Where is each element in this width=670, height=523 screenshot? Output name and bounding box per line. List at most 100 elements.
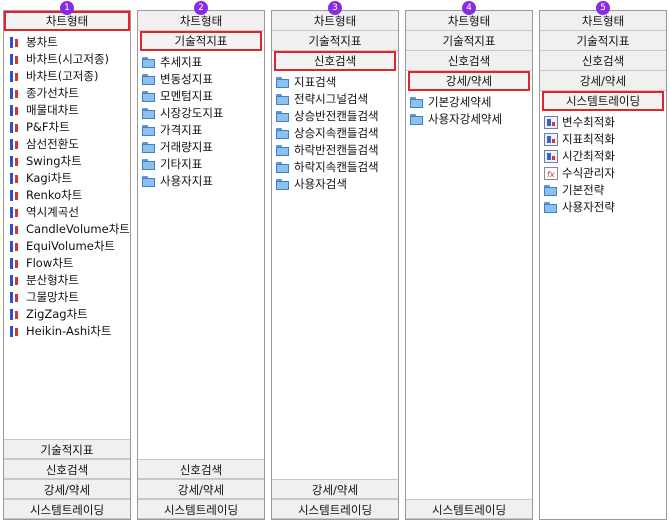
list-item[interactable]: 모멘텀지표: [138, 88, 264, 105]
list-item[interactable]: 종가선차트: [4, 85, 130, 102]
list-item-label: 추세지표: [160, 55, 203, 69]
list-item[interactable]: 사용자강세약세: [406, 111, 532, 128]
list-item[interactable]: 수식관리자: [540, 165, 666, 183]
list-item-label: 변동성지표: [160, 72, 213, 86]
list-item[interactable]: 지표최적화: [540, 131, 666, 148]
folder-icon: [276, 144, 290, 157]
candle-chart-icon: [8, 121, 22, 134]
candle-chart-icon: [8, 291, 22, 304]
list-item[interactable]: 시장강도지표: [138, 105, 264, 122]
list-item[interactable]: 기본전략: [540, 182, 666, 199]
formula-icon: [544, 166, 558, 183]
folder-icon: [142, 175, 156, 188]
list-item[interactable]: 기본강세약세: [406, 94, 532, 111]
tab-system-trading[interactable]: 시스템트레이딩: [272, 499, 398, 519]
folder-icon: [410, 96, 424, 109]
tab-signal-search[interactable]: 신호검색: [4, 459, 130, 479]
list-item[interactable]: 기타지표: [138, 156, 264, 173]
list-item[interactable]: Flow차트: [4, 255, 130, 272]
tab-technical-indicator[interactable]: 기술적지표: [406, 31, 532, 51]
item-list: 지표검색 전략시그널검색 상승반전캔들검색 상승지속캔들검색 하락반전캔들검색 하락지속캔…: [272, 74, 398, 193]
tab-system-trading[interactable]: 시스템트레이딩: [406, 499, 532, 519]
list-item-label: 삼선전환도: [26, 137, 79, 151]
candle-chart-icon: [8, 240, 22, 253]
step-badge: 5: [596, 1, 610, 15]
list-item[interactable]: 하락반전캔들검색: [272, 142, 398, 159]
list-item-label: Renko차트: [26, 188, 83, 202]
list-item[interactable]: 사용자지표: [138, 173, 264, 190]
step-badge: 4: [462, 1, 476, 15]
list-item-label: 바차트(고저종): [26, 69, 99, 83]
tab-technical-indicator[interactable]: 기술적지표: [272, 31, 398, 51]
list-item[interactable]: 가격지표: [138, 122, 264, 139]
candle-chart-icon: [8, 172, 22, 185]
candle-chart-icon: [8, 257, 22, 270]
folder-icon: [142, 141, 156, 154]
list-item[interactable]: 바차트(고저종): [4, 68, 130, 85]
list-item[interactable]: 그물망차트: [4, 289, 130, 306]
list-item[interactable]: 하락지속캔들검색: [272, 159, 398, 176]
list-item[interactable]: Heikin-Ashi차트: [4, 323, 130, 340]
list-item[interactable]: 지표검색: [272, 74, 398, 91]
list-item-label: 매물대차트: [26, 103, 79, 117]
tab-system-trading[interactable]: 시스템트레이딩: [4, 499, 130, 519]
candle-chart-icon: [8, 325, 22, 338]
list-item[interactable]: 추세지표: [138, 54, 264, 71]
list-item[interactable]: 변동성지표: [138, 71, 264, 88]
tab-strength[interactable]: 강세/약세: [272, 479, 398, 499]
tab-strength[interactable]: 강세/약세: [408, 71, 530, 91]
list-item[interactable]: 상승반전캔들검색: [272, 108, 398, 125]
folder-icon: [142, 158, 156, 171]
list-item[interactable]: 바차트(시고저종): [4, 51, 130, 68]
folder-icon: [142, 107, 156, 120]
list-item[interactable]: EquiVolume차트: [4, 238, 130, 255]
list-item[interactable]: Swing차트: [4, 153, 130, 170]
tab-strength[interactable]: 강세/약세: [540, 71, 666, 91]
list-item[interactable]: CandleVolume차트: [4, 221, 130, 238]
list-item[interactable]: 사용자검색: [272, 176, 398, 193]
list-item-label: CandleVolume차트: [26, 222, 130, 236]
folder-icon: [142, 90, 156, 103]
folder-icon: [276, 110, 290, 123]
tab-signal-search[interactable]: 신호검색: [540, 51, 666, 71]
candle-chart-icon: [8, 53, 22, 66]
list-item[interactable]: 분산형차트: [4, 272, 130, 289]
tab-system-trading[interactable]: 시스템트레이딩: [542, 91, 664, 111]
tab-technical-indicator[interactable]: 기술적지표: [140, 31, 262, 51]
list-item[interactable]: 전략시그널검색: [272, 91, 398, 108]
list-item[interactable]: 변수최적화: [540, 114, 666, 131]
list-item[interactable]: Kagi차트: [4, 170, 130, 187]
folder-icon: [276, 178, 290, 191]
list-item-label: P&F차트: [26, 120, 70, 134]
candle-chart-icon: [8, 70, 22, 83]
folder-icon: [276, 161, 290, 174]
list-item-label: ZigZag차트: [26, 307, 88, 321]
candle-chart-icon: [8, 189, 22, 202]
list-item[interactable]: 사용자전략: [540, 199, 666, 216]
list-item[interactable]: P&F차트: [4, 119, 130, 136]
tab-signal-search[interactable]: 신호검색: [138, 459, 264, 479]
list-item[interactable]: 역시계곡선: [4, 204, 130, 221]
list-item[interactable]: Renko차트: [4, 187, 130, 204]
item-list: 기본강세약세 사용자강세약세: [406, 94, 532, 128]
list-item-label: 지표최적화: [562, 132, 615, 146]
item-list: 추세지표변동성지표모멘텀지표 시장강도지표 가격지표 거래량지표 기타지표 사용자지표: [138, 54, 264, 190]
list-item-label: 분산형차트: [26, 273, 79, 287]
list-item[interactable]: 매물대차트: [4, 102, 130, 119]
list-item-label: 하락지속캔들검색: [294, 160, 379, 174]
list-item[interactable]: ZigZag차트: [4, 306, 130, 323]
list-item[interactable]: 거래량지표: [138, 139, 264, 156]
tab-technical-indicator[interactable]: 기술적지표: [4, 439, 130, 459]
tab-signal-search[interactable]: 신호검색: [406, 51, 532, 71]
tab-system-trading[interactable]: 시스템트레이딩: [138, 499, 264, 519]
tab-strength[interactable]: 강세/약세: [138, 479, 264, 499]
list-item[interactable]: 상승지속캔들검색: [272, 125, 398, 142]
list-item[interactable]: 봉차트: [4, 34, 130, 51]
tab-strength[interactable]: 강세/약세: [4, 479, 130, 499]
list-item[interactable]: 시간최적화: [540, 148, 666, 165]
list-item[interactable]: 삼선전환도: [4, 136, 130, 153]
tab-technical-indicator[interactable]: 기술적지표: [540, 31, 666, 51]
optimize-icon: [544, 133, 558, 146]
list-item-label: 그물망차트: [26, 290, 79, 304]
tab-signal-search[interactable]: 신호검색: [274, 51, 396, 71]
